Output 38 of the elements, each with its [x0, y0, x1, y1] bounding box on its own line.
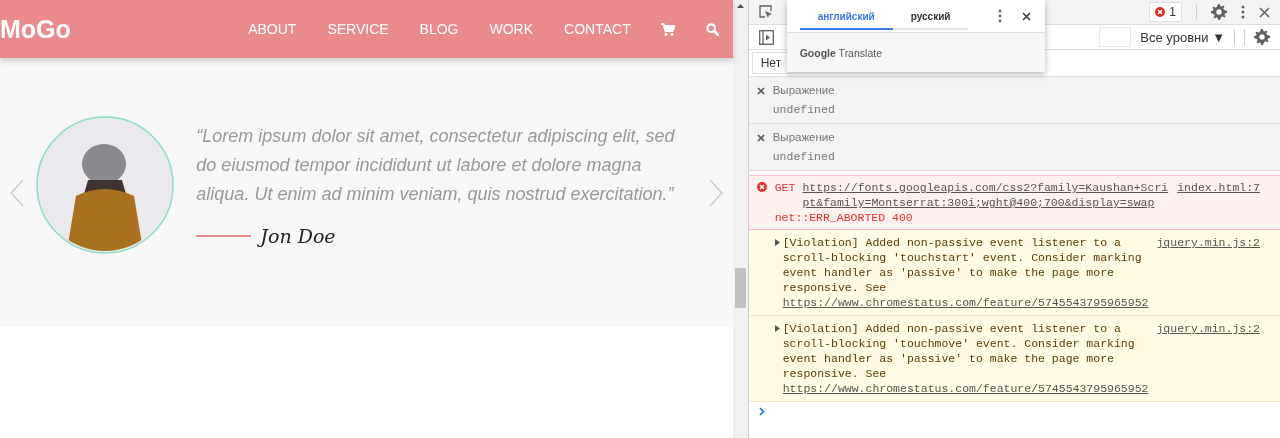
close-icon[interactable] [1259, 6, 1270, 18]
expand-triangle-icon[interactable] [774, 239, 780, 246]
expression-label[interactable]: Выражение [772, 83, 835, 97]
source-link[interactable]: jquery.min.js:2 [1156, 321, 1260, 336]
source-link[interactable]: jquery.min.js:2 [1156, 235, 1260, 250]
close-icon[interactable] [1021, 11, 1031, 21]
language-tab[interactable]: английский [799, 4, 893, 30]
settings-icon[interactable] [1254, 29, 1270, 45]
scroll-up-icon[interactable] [736, 4, 744, 8]
expression-label[interactable]: Выражение [772, 130, 835, 144]
more-icon[interactable] [1241, 5, 1245, 19]
error-icon [1155, 7, 1166, 17]
expression-value: undefined [772, 150, 835, 164]
close-icon[interactable] [756, 87, 765, 95]
log-levels-dropdown[interactable]: Все уровни ▼ [1140, 29, 1225, 45]
url-link[interactable]: https://www.chromestatus.com/feature/5745543795965952 [782, 381, 1149, 396]
warning-text: [Violation] Added non-passive event listener to a scroll-blocking 'touchmove' event. Consider marking event handler as 'passive' to make the page more responsive. See [782, 321, 1136, 381]
expand-triangle-icon[interactable] [774, 325, 780, 332]
error-count-badge[interactable]: 1 [1149, 2, 1182, 22]
error-icon [756, 182, 767, 192]
expression-value: undefined [772, 103, 835, 117]
sidebar-toggle-icon[interactable] [758, 29, 774, 45]
request-method: GET [774, 180, 796, 195]
inspect-icon[interactable] [758, 5, 773, 19]
scrollbar-thumb[interactable] [734, 268, 746, 308]
settings-icon[interactable] [1211, 4, 1227, 20]
prompt-icon[interactable] [758, 407, 765, 416]
url-link[interactable]: https://fonts.googleapis.com/css2?family=Kaushan+Script&family=Montserrat:300i;wght@400;700&display=swap [802, 180, 1170, 210]
language-tab[interactable]: русский [892, 4, 969, 30]
accent-line [196, 235, 252, 237]
close-icon[interactable] [756, 134, 765, 142]
url-link[interactable]: https://www.chromestatus.com/feature/5745543795965952 [782, 295, 1149, 310]
testimonial-quote: “Lorem ipsum dolor sit amet, consectetur adipiscing elit, sed do eiusmod tempor incididunt ut labore et dolore magna aliqua. Ut enim ad minim veniam, quis nostrud exercitation.” [196, 125, 676, 206]
warning-text: [Violation] Added non-passive event listener to a scroll-blocking 'touchstart' event. Consider marking event handler as 'passive' to make the page more responsive. See [782, 235, 1143, 295]
error-detail: net::ERR_ABORTED 400 [774, 210, 914, 225]
google-translate-brand: Google Translate [799, 46, 882, 59]
source-link[interactable]: index.html:7 [1177, 180, 1260, 195]
more-icon[interactable] [997, 9, 1002, 23]
